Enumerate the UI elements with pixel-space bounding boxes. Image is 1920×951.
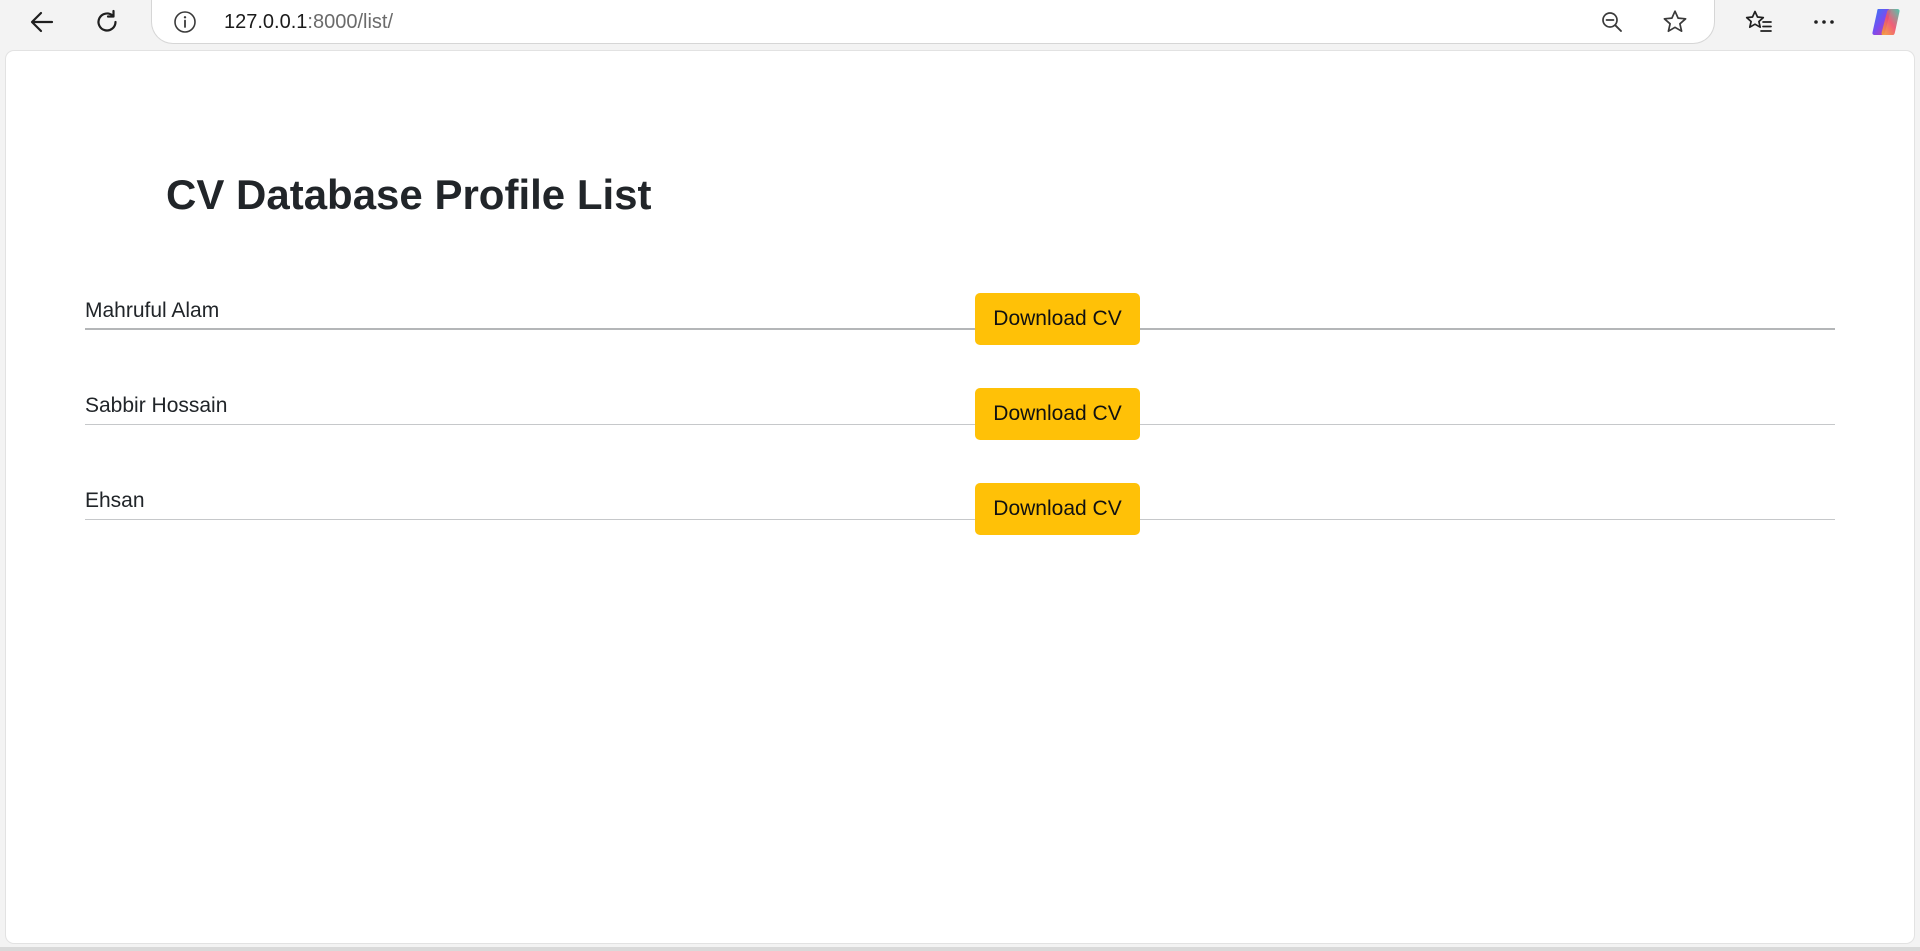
profile-name: Mahruful Alam	[85, 299, 220, 322]
star-icon[interactable]	[1660, 7, 1690, 37]
info-icon[interactable]	[172, 9, 198, 35]
profile-list: Mahruful Alam Download CV Sabbir Hossain…	[85, 235, 1835, 535]
url-text[interactable]: 127.0.0.1:8000/list/	[224, 11, 393, 33]
more-button[interactable]	[1804, 2, 1844, 42]
more-dots-icon	[1811, 9, 1837, 35]
profile-name: Ehsan	[85, 489, 145, 512]
back-arrow-icon	[28, 8, 56, 36]
copilot-icon	[1869, 5, 1903, 39]
url-path: :8000/list/	[307, 11, 394, 33]
list-item: Ehsan Download CV	[85, 425, 1835, 535]
browser-toolbar: 127.0.0.1:8000/list/	[0, 0, 1920, 44]
url-host: 127.0.0.1	[224, 11, 308, 33]
reload-button[interactable]	[87, 2, 127, 42]
address-bar[interactable]: 127.0.0.1:8000/list/	[151, 0, 1715, 44]
list-item: Mahruful Alam Download CV	[85, 235, 1835, 345]
profile-name: Sabbir Hossain	[85, 394, 228, 417]
download-cv-button[interactable]: Download CV	[975, 483, 1140, 535]
copilot-button[interactable]	[1866, 2, 1906, 42]
back-button[interactable]	[22, 2, 62, 42]
page-viewport: CV Database Profile List Mahruful Alam D…	[6, 51, 1914, 943]
favorites-list-icon	[1744, 7, 1774, 37]
zoom-out-icon[interactable]	[1598, 8, 1626, 36]
favorites-button[interactable]	[1739, 2, 1779, 42]
page-title: CV Database Profile List	[166, 171, 652, 218]
reload-icon	[93, 8, 121, 36]
list-item: Sabbir Hossain Download CV	[85, 330, 1835, 440]
window-bottom-edge	[0, 947, 1920, 951]
